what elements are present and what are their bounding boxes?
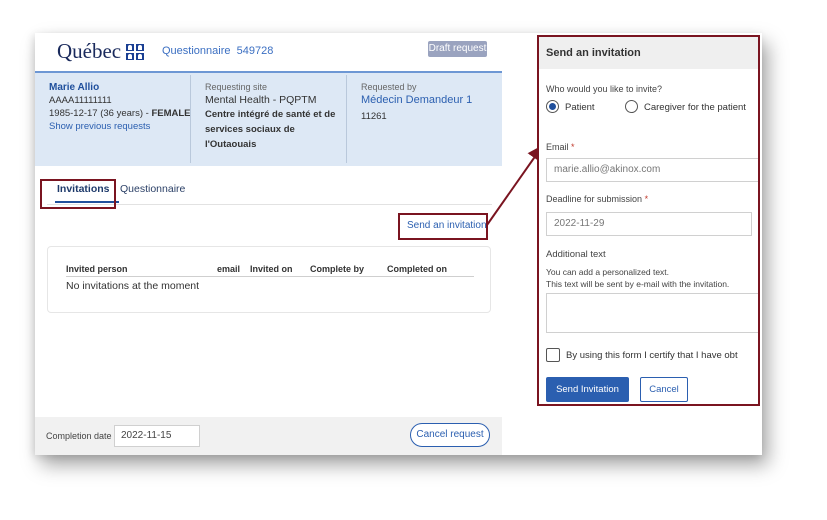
column-header-completed-on: Completed on — [387, 264, 447, 274]
certify-checkbox[interactable] — [546, 348, 560, 362]
required-asterisk: * — [644, 194, 649, 204]
requesting-site-column: Requesting site Mental Health - PQPTM Ce… — [205, 81, 340, 152]
email-field[interactable]: marie.allio@akinox.com — [546, 158, 758, 182]
caregiver-radio-label[interactable]: Caregiver for the patient — [644, 102, 746, 113]
fleur-de-lis-flag-icon — [126, 43, 145, 60]
send-invitation-button[interactable]: Send Invitation — [546, 377, 629, 402]
show-previous-requests-link[interactable]: Show previous requests — [49, 120, 191, 133]
requested-by-column: Requested by Médecin Demandeur 1 11261 — [361, 81, 472, 123]
request-footer: Completion date 2022-11-15 Cancel reques… — [35, 417, 502, 455]
logo-text: Québec — [57, 39, 122, 63]
deadline-label-text: Deadline for submission — [546, 194, 643, 204]
completion-date-label: Completion date — [46, 431, 112, 441]
deadline-label: Deadline for submission * — [546, 194, 648, 204]
patient-radio[interactable] — [546, 100, 559, 113]
app-header: Québec Questionnaire 549728 Draft reques… — [35, 33, 502, 71]
tab-questionnaire[interactable]: Questionnaire — [120, 183, 185, 195]
email-label-text: Email — [546, 142, 569, 152]
column-divider — [346, 75, 347, 163]
patient-info-band: Marie Allio AAAA11111111 1985-12-17 (36 … — [35, 71, 502, 166]
additional-text-hint: This text will be sent by e-mail with th… — [546, 279, 730, 289]
draft-status-badge: Draft request — [428, 41, 487, 57]
additional-text-label: Additional text — [546, 249, 606, 260]
empty-invitations-message: No invitations at the moment — [66, 280, 200, 292]
invitations-table: Invited person email Invited on Complete… — [47, 246, 491, 313]
column-header-invited-person: Invited person — [66, 264, 128, 274]
who-to-invite-label: Who would you like to invite? — [546, 84, 663, 94]
caregiver-radio[interactable] — [625, 100, 638, 113]
deadline-field[interactable]: 2022-11-29 — [546, 212, 752, 236]
requester-number: 11261 — [361, 111, 387, 122]
certify-label[interactable]: By using this form I certify that I have… — [566, 350, 738, 361]
additional-text-area[interactable] — [546, 293, 758, 333]
questionnaire-id: 549728 — [236, 45, 274, 57]
required-asterisk: * — [571, 142, 575, 152]
column-divider — [190, 75, 191, 163]
requesting-site-department: Mental Health - PQPTM — [205, 94, 317, 106]
requesting-site-institution: Centre intégré de santé et de services s… — [205, 109, 336, 150]
column-header-email: email — [217, 264, 241, 274]
requesting-site-label: Requesting site — [205, 82, 268, 92]
tab-highlight-box — [40, 179, 116, 209]
send-link-highlight-box — [398, 213, 488, 240]
table-header-divider — [66, 276, 474, 277]
cancel-request-button[interactable]: Cancel request — [410, 423, 490, 447]
patient-sex: FEMALE — [151, 108, 191, 119]
patient-id: AAAA11111111 — [49, 95, 112, 106]
send-invitation-panel: Send an invitation Who would you like to… — [537, 35, 760, 406]
completion-date-field[interactable]: 2022-11-15 — [114, 425, 200, 447]
quebec-logo: Québec — [57, 39, 145, 64]
requester-name[interactable]: Médecin Demandeur 1 — [361, 94, 472, 107]
cancel-button[interactable]: Cancel — [640, 377, 688, 402]
column-header-invited-on: Invited on — [250, 264, 293, 274]
panel-title: Send an invitation — [539, 37, 758, 69]
patient-radio-label[interactable]: Patient — [565, 102, 595, 113]
additional-text-hint: You can add a personalized text. — [546, 267, 670, 277]
requested-by-label: Requested by — [361, 82, 417, 92]
patient-name: Marie Allio — [49, 82, 100, 93]
screenshot-frame: Québec Questionnaire 549728 Draft reques… — [35, 33, 762, 455]
patient-dob-age: 1985-12-17 (36 years) - — [49, 108, 149, 119]
questionnaire-title: Questionnaire 549728 — [162, 45, 273, 57]
column-header-complete-by: Complete by — [310, 264, 365, 274]
patient-dob: 1985-12-17 (36 years) - FEMALE — [49, 107, 191, 120]
questionnaire-label: Questionnaire — [162, 45, 231, 57]
patient-column: Marie Allio AAAA11111111 1985-12-17 (36 … — [49, 81, 191, 133]
email-label: Email * — [546, 142, 575, 152]
